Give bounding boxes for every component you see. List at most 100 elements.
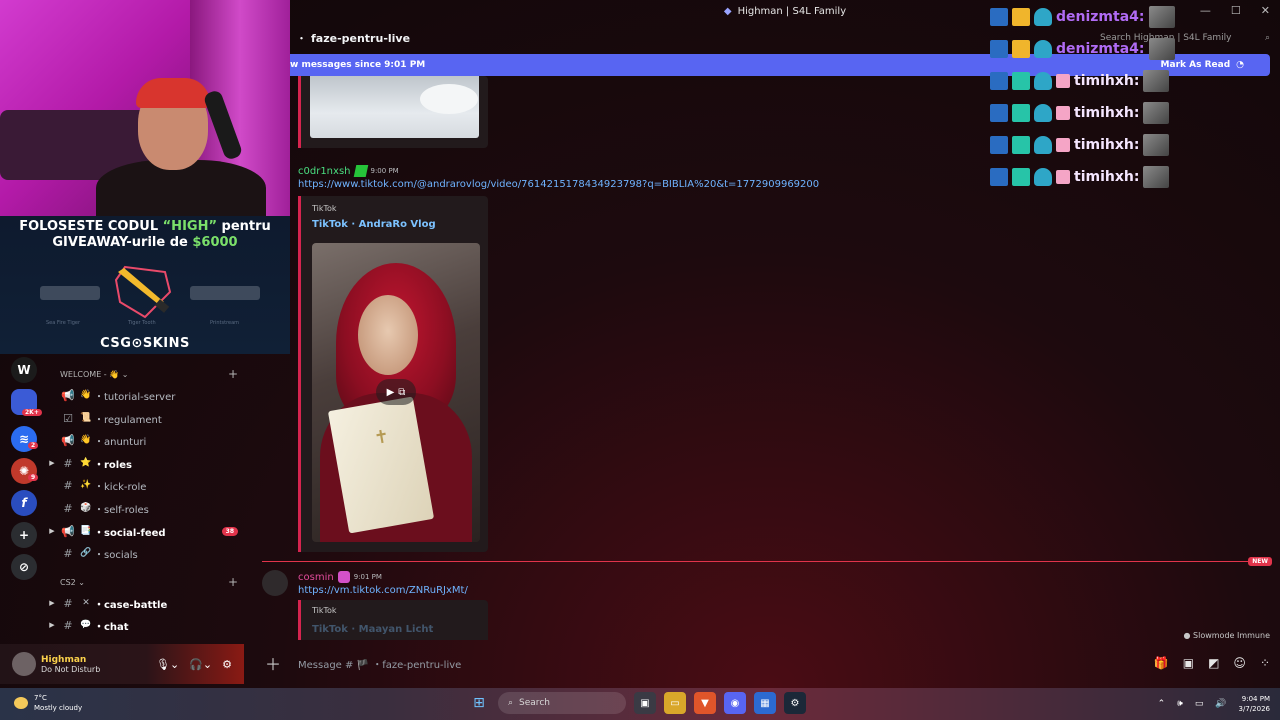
author-name[interactable]: cosmin <box>298 572 334 583</box>
emote-image <box>1148 6 1175 28</box>
channel-item[interactable]: # ✨ ・kick-role <box>46 475 246 495</box>
file-explorer-icon[interactable]: ▭ <box>664 692 686 714</box>
hash-icon: # <box>63 596 73 610</box>
channel-item[interactable]: 📢 👋 ・anunturi <box>46 430 246 450</box>
avatar[interactable] <box>262 570 288 596</box>
windows-start-icon[interactable]: ⊞ <box>468 692 490 714</box>
message-input[interactable]: ＋ Message # 🏴 ・faze-pentru-live <box>262 648 1272 678</box>
gift-badge-icon <box>1056 74 1070 88</box>
emote-image <box>1143 70 1170 92</box>
chevron-up-icon[interactable]: ⌃ <box>1158 699 1166 709</box>
add-channel-icon[interactable]: + <box>228 367 238 381</box>
brave-browser-icon[interactable]: ▼ <box>694 692 716 714</box>
channel-label: ・tutorial-server <box>94 391 176 403</box>
mention-count-badge: 38 <box>221 526 238 536</box>
slowmode-icon: ● <box>1183 631 1191 640</box>
category-cs2[interactable]: CS2 ⌄ <box>60 578 85 587</box>
promo-line-2: GIVEAWAY-urile de $6000 <box>52 235 238 250</box>
moderator-hammer-icon <box>990 8 1008 26</box>
audio-device-icon[interactable]: 🕪 <box>1177 699 1183 709</box>
task-view-icon[interactable]: ▣ <box>634 692 656 714</box>
server-icon[interactable]: W <box>11 357 37 383</box>
embed-title[interactable]: TikTok · Maayan Licht <box>312 624 433 635</box>
channel-label: ・case-battle <box>94 599 168 611</box>
apps-icon[interactable]: ⁘ <box>1260 656 1270 670</box>
user-name: Highman <box>41 654 87 665</box>
avatar[interactable] <box>12 652 36 676</box>
message-header: cosmin 9:01 PM <box>298 571 382 583</box>
clock[interactable]: 9:04 PM 3/7/2026 <box>1239 694 1270 714</box>
channel-item[interactable]: # 🎲 ・self-roles <box>46 498 246 518</box>
channel-item[interactable]: ▶ # 💬 ・chat <box>46 615 246 635</box>
embed-provider: TikTok <box>312 606 337 615</box>
close-icon[interactable]: ✕ <box>1261 4 1270 17</box>
bg-badge-icon <box>1012 104 1030 122</box>
expand-arrow-icon: ▶ <box>49 621 55 629</box>
server-rail: W 2K+ ≋ 2 ✺ 9 f + ⊘ <box>0 356 46 642</box>
timestamp: 9:00 PM <box>370 167 399 175</box>
add-attachment-icon[interactable]: ＋ <box>262 651 284 675</box>
expand-arrow-icon: ▶ <box>49 527 55 535</box>
network-icon[interactable]: ▭ <box>1195 699 1204 709</box>
play-icon: ▶ <box>386 386 395 398</box>
embed-title[interactable]: TikTok · AndraRo Vlog <box>312 219 436 230</box>
promo-line-1: FOLOSESTE CODUL “HIGH” pentru <box>19 219 271 234</box>
channel-label: ・chat <box>94 621 129 633</box>
headphones-icon[interactable]: 🎧⌄ <box>189 658 212 671</box>
discord-app-icon[interactable]: ◉ <box>724 692 746 714</box>
play-button[interactable]: ▶ ⧉ <box>376 379 416 405</box>
tiktok-embed: TikTok TikTok · Maayan Licht <box>298 600 488 640</box>
channel-item[interactable]: ▶ # ✕ ・case-battle <box>46 593 246 613</box>
user-info[interactable]: Highman Do Not Disturb <box>41 655 100 674</box>
minimize-icon[interactable]: — <box>1200 4 1211 17</box>
discover-icon[interactable]: ⊘ <box>11 554 37 580</box>
volume-icon[interactable]: 🔊 <box>1215 699 1226 709</box>
channel-name: faze-pentru-live <box>311 31 411 45</box>
gift-badge-icon <box>1056 106 1070 120</box>
hash-icon: # <box>63 546 73 560</box>
settings-gear-icon[interactable]: ⚙ <box>222 658 232 671</box>
mark-as-read-button[interactable]: Mark As Read ◔ <box>1161 60 1244 70</box>
channel-item[interactable]: ▶ # ⭐ ・roles <box>46 453 246 473</box>
crown-badge-icon <box>1012 40 1030 58</box>
microphone-icon[interactable]: 🎙⌄ <box>156 658 179 671</box>
knife-skin-icon <box>114 265 172 319</box>
emoji-icon[interactable]: ☺ <box>1233 656 1246 670</box>
taskbar-search[interactable]: ⌕ Search <box>498 692 626 714</box>
new-messages-text: w messages since 9:01 PM <box>290 60 426 70</box>
calculator-icon[interactable]: ▦ <box>754 692 776 714</box>
new-messages-divider <box>262 561 1252 562</box>
message-link[interactable]: https://www.tiktok.com/@andrarovlog/vide… <box>298 179 819 190</box>
channel-item[interactable]: 📢 👋 ・tutorial-server <box>46 385 246 405</box>
video-thumbnail[interactable]: ✝ ▶ ⧉ <box>312 243 480 542</box>
category-welcome[interactable]: WELCOME - 👋 ⌄ <box>60 370 128 379</box>
message-link[interactable]: https://vm.tiktok.com/ZNRuRJxMt/ <box>298 585 468 596</box>
chat-username: timihxh: <box>1074 169 1140 185</box>
channel-label: ・anunturi <box>94 436 147 448</box>
channel-item[interactable]: ☑ 📜 ・regulament <box>46 408 246 428</box>
author-name[interactable]: c0dr1nxsh <box>298 166 351 177</box>
add-server-icon[interactable]: + <box>11 522 37 548</box>
weather-widget[interactable]: 7°C Mostly cloudy <box>14 693 82 713</box>
gift-icon[interactable]: 🎁 <box>1154 656 1169 670</box>
channel-item[interactable]: ▶ 📢 📑 ・social-feed 38 <box>46 521 246 541</box>
tiktok-embed: TikTok TikTok · AndraRo Vlog ✝ ▶ ⧉ <box>298 196 488 552</box>
maximize-icon[interactable]: ☐ <box>1231 4 1241 17</box>
server-icon[interactable]: f <box>11 490 37 516</box>
channel-label: ・self-roles <box>94 504 149 516</box>
ghost-badge-icon <box>1034 136 1052 154</box>
message-placeholder: Message # 🏴 ・faze-pentru-live <box>298 659 462 671</box>
window-title: ◆ Highman | S4L Family <box>723 5 847 17</box>
input-toolbar: 🎁 ▣ ◩ ☺ ⁘ <box>1154 656 1270 670</box>
crown-badge-icon <box>1012 8 1030 26</box>
gif-icon[interactable]: ▣ <box>1183 656 1194 670</box>
channel-item[interactable]: # 🔗 ・socials <box>46 543 246 563</box>
steam-icon[interactable]: ⚙ <box>784 692 806 714</box>
emote-image <box>1143 166 1170 188</box>
add-channel-icon[interactable]: + <box>228 575 238 589</box>
moderator-hammer-icon <box>990 104 1008 122</box>
embed-image[interactable] <box>310 76 479 138</box>
sticker-icon[interactable]: ◩ <box>1208 656 1219 670</box>
ghost-badge-icon <box>1034 168 1052 186</box>
unread-badge: 2 <box>28 442 39 449</box>
